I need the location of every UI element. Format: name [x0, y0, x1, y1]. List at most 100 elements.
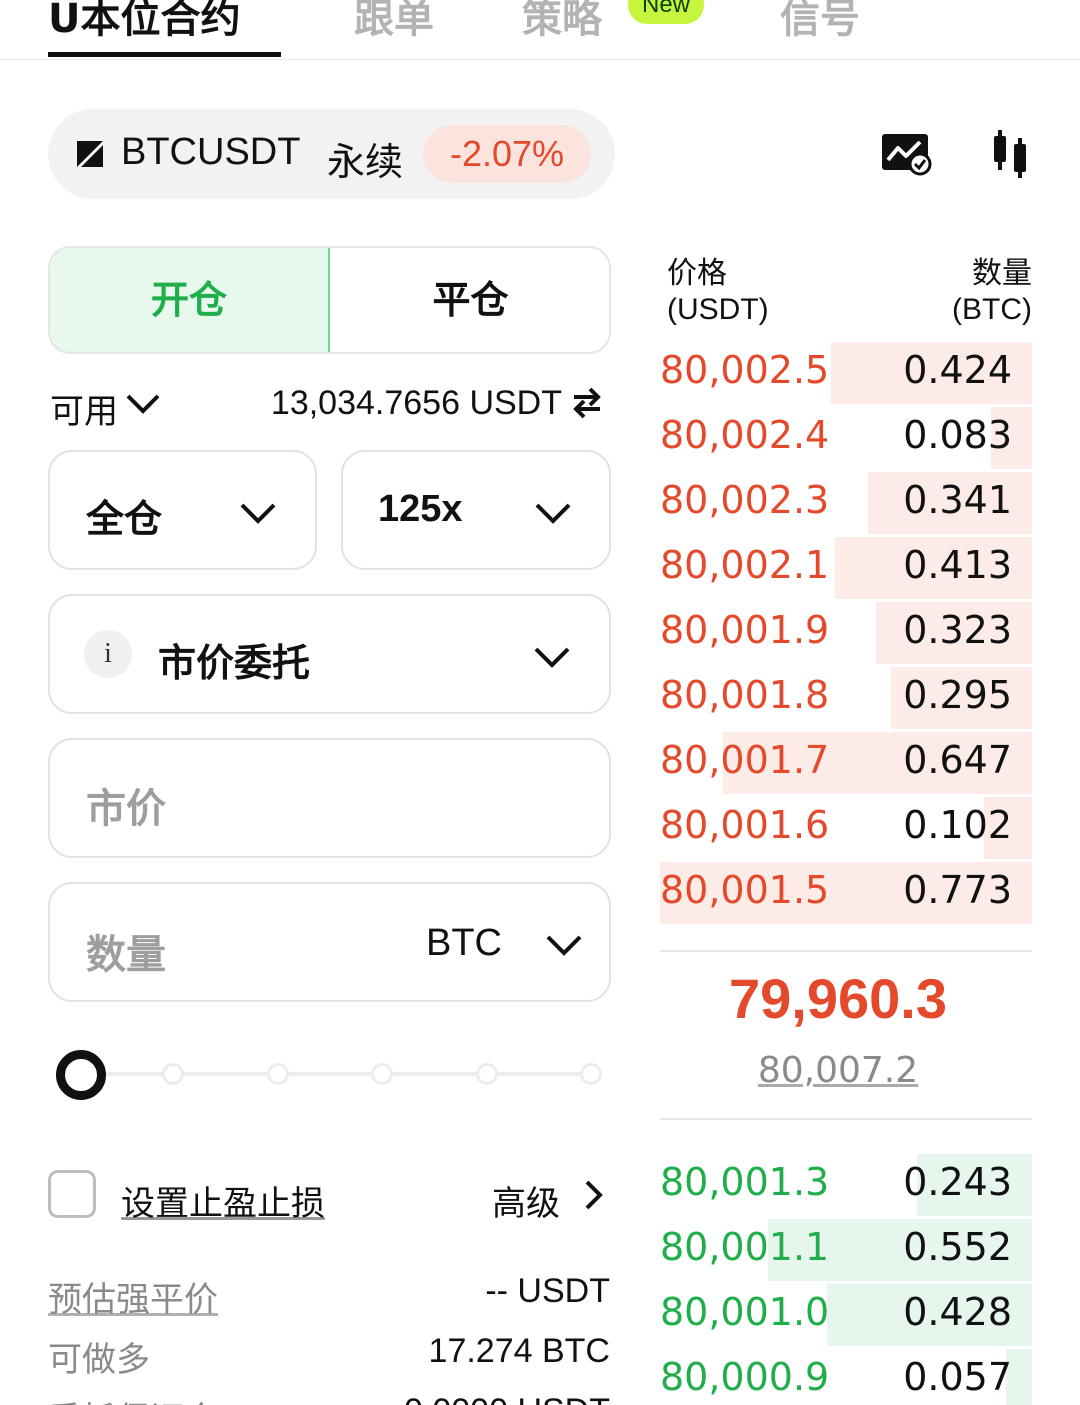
- quantity-placeholder: 数量: [86, 932, 166, 978]
- chevron-down-icon[interactable]: [124, 391, 162, 417]
- chevron-down-icon: [535, 503, 571, 524]
- ask-price: 80,002.1: [660, 543, 830, 587]
- ask-quantity: 0.647: [903, 738, 1012, 782]
- ask-quantity: 0.341: [903, 478, 1012, 522]
- symbol-type: 永续: [327, 140, 404, 184]
- orderbook-price-unit: (USDT): [667, 293, 769, 326]
- ask-row[interactable]: 80,001.6 0.102: [660, 797, 1032, 859]
- symbol-selector[interactable]: BTCUSDT 永续 -2.07%: [48, 109, 615, 199]
- bid-row[interactable]: 80,001.1 0.552: [660, 1219, 1032, 1281]
- chevron-down-icon: [534, 647, 570, 668]
- open-position-tab[interactable]: 开仓: [50, 248, 330, 352]
- ask-quantity: 0.323: [903, 608, 1012, 652]
- symbol-logo-icon: [77, 141, 103, 167]
- ask-row[interactable]: 80,002.3 0.341: [660, 472, 1032, 534]
- ask-row[interactable]: 80,001.8 0.295: [660, 667, 1032, 729]
- bid-quantity: 0.552: [903, 1225, 1012, 1269]
- available-label[interactable]: 可用: [50, 384, 118, 433]
- chevron-down-icon[interactable]: [544, 932, 584, 958]
- ask-quantity: 0.295: [903, 673, 1012, 717]
- advanced-label[interactable]: 高级: [492, 1176, 560, 1225]
- symbol-name: BTCUSDT: [121, 131, 301, 173]
- slider-step-50[interactable]: [267, 1063, 289, 1085]
- ask-row[interactable]: 80,001.9 0.323: [660, 602, 1032, 664]
- bid-price: 80,001.1: [660, 1225, 830, 1269]
- price-change-badge: -2.07%: [423, 125, 591, 183]
- chart-icon[interactable]: [880, 132, 932, 176]
- order-type-value: 市价委托: [158, 641, 311, 685]
- active-tab-indicator: [48, 52, 281, 57]
- ask-row[interactable]: 80,001.7 0.647: [660, 732, 1032, 794]
- orderbook-qty-unit: (BTC): [952, 293, 1032, 326]
- slider-step-25[interactable]: [162, 1063, 184, 1085]
- bid-row[interactable]: 80,000.9 0.057: [660, 1349, 1032, 1405]
- max-long-label: 可做多: [48, 1340, 150, 1380]
- leverage-value: 125x: [378, 488, 463, 530]
- bid-price: 80,000.9: [660, 1355, 830, 1399]
- quantity-field[interactable]: 数量 BTC: [48, 882, 611, 1002]
- last-price[interactable]: 79,960.3: [660, 966, 1016, 1031]
- leverage-select[interactable]: 125x: [341, 450, 611, 570]
- ask-quantity: 0.773: [903, 868, 1012, 912]
- liquidation-price-label[interactable]: 预估强平价: [48, 1272, 218, 1321]
- ask-row[interactable]: 80,002.5 0.424: [660, 342, 1032, 404]
- tpsl-checkbox[interactable]: [48, 1170, 96, 1218]
- open-close-toggle: 开仓 平仓: [48, 246, 611, 354]
- bid-quantity: 0.428: [903, 1290, 1012, 1334]
- slider-step-100[interactable]: [580, 1063, 602, 1085]
- bid-price: 80,001.0: [660, 1290, 830, 1334]
- price-field[interactable]: 市价: [48, 738, 611, 858]
- order-margin-label: 委托保证金: [48, 1392, 218, 1405]
- close-position-tab[interactable]: 平仓: [330, 248, 609, 352]
- ask-price: 80,002.4: [660, 413, 830, 457]
- candlestick-icon[interactable]: [990, 128, 1030, 180]
- margin-mode-value: 全仓: [86, 497, 163, 541]
- slider-step-100-a[interactable]: [476, 1063, 498, 1085]
- chevron-right-icon[interactable]: [582, 1178, 606, 1212]
- ask-price: 80,002.5: [660, 348, 830, 392]
- tab-signal[interactable]: 信号: [780, 0, 860, 44]
- ask-quantity: 0.424: [903, 348, 1012, 392]
- available-balance: 13,034.7656 USDT: [270, 384, 562, 422]
- bid-price: 80,001.3: [660, 1160, 830, 1204]
- max-long-value: 17.274 BTC: [428, 1332, 610, 1370]
- ask-price: 80,002.3: [660, 478, 830, 522]
- new-badge: New: [628, 0, 705, 24]
- tab-strategy[interactable]: 策略: [522, 0, 602, 44]
- tpsl-label[interactable]: 设置止盈止损: [121, 1176, 325, 1225]
- mark-price-value: 80,007.2: [757, 1050, 919, 1091]
- ask-quantity: 0.102: [903, 803, 1012, 847]
- quantity-slider-track[interactable]: [80, 1072, 592, 1076]
- ask-row[interactable]: 80,002.4 0.083: [660, 407, 1032, 469]
- tab-copy-trading[interactable]: 跟单: [354, 0, 434, 44]
- ask-price: 80,001.7: [660, 738, 830, 782]
- orderbook-qty-header: 数量: [972, 256, 1032, 291]
- ask-row[interactable]: 80,002.1 0.413: [660, 537, 1032, 599]
- margin-mode-select[interactable]: 全仓: [48, 450, 317, 570]
- order-type-select[interactable]: i 市价委托: [48, 594, 611, 714]
- mark-price[interactable]: 80,007.2: [660, 1050, 1016, 1091]
- ask-price: 80,001.9: [660, 608, 830, 652]
- slider-step-75[interactable]: [371, 1063, 393, 1085]
- ask-price: 80,001.5: [660, 868, 830, 912]
- bid-quantity: 0.057: [903, 1355, 1012, 1399]
- chevron-down-icon: [240, 503, 276, 524]
- price-placeholder: 市价: [86, 786, 166, 832]
- ask-quantity: 0.083: [903, 413, 1012, 457]
- top-tab-bar: U本位合约 跟单 策略 New 信号: [0, 0, 1080, 60]
- orderbook-divider: [660, 950, 1032, 952]
- ask-row[interactable]: 80,001.5 0.773: [660, 862, 1032, 924]
- slider-thumb[interactable]: [56, 1050, 106, 1100]
- orderbook-price-header: 价格: [667, 256, 727, 291]
- info-icon[interactable]: i: [84, 630, 132, 678]
- order-margin-value: 0.0000 USDT: [404, 1392, 610, 1405]
- ask-quantity: 0.413: [903, 543, 1012, 587]
- tab-usdt-futures[interactable]: U本位合约: [48, 0, 240, 44]
- transfer-icon[interactable]: [570, 386, 604, 420]
- quantity-unit-select[interactable]: BTC: [426, 922, 502, 965]
- bid-quantity: 0.243: [903, 1160, 1012, 1204]
- bid-row[interactable]: 80,001.3 0.243: [660, 1154, 1032, 1216]
- ask-price: 80,001.8: [660, 673, 830, 717]
- ask-price: 80,001.6: [660, 803, 830, 847]
- bid-row[interactable]: 80,001.0 0.428: [660, 1284, 1032, 1346]
